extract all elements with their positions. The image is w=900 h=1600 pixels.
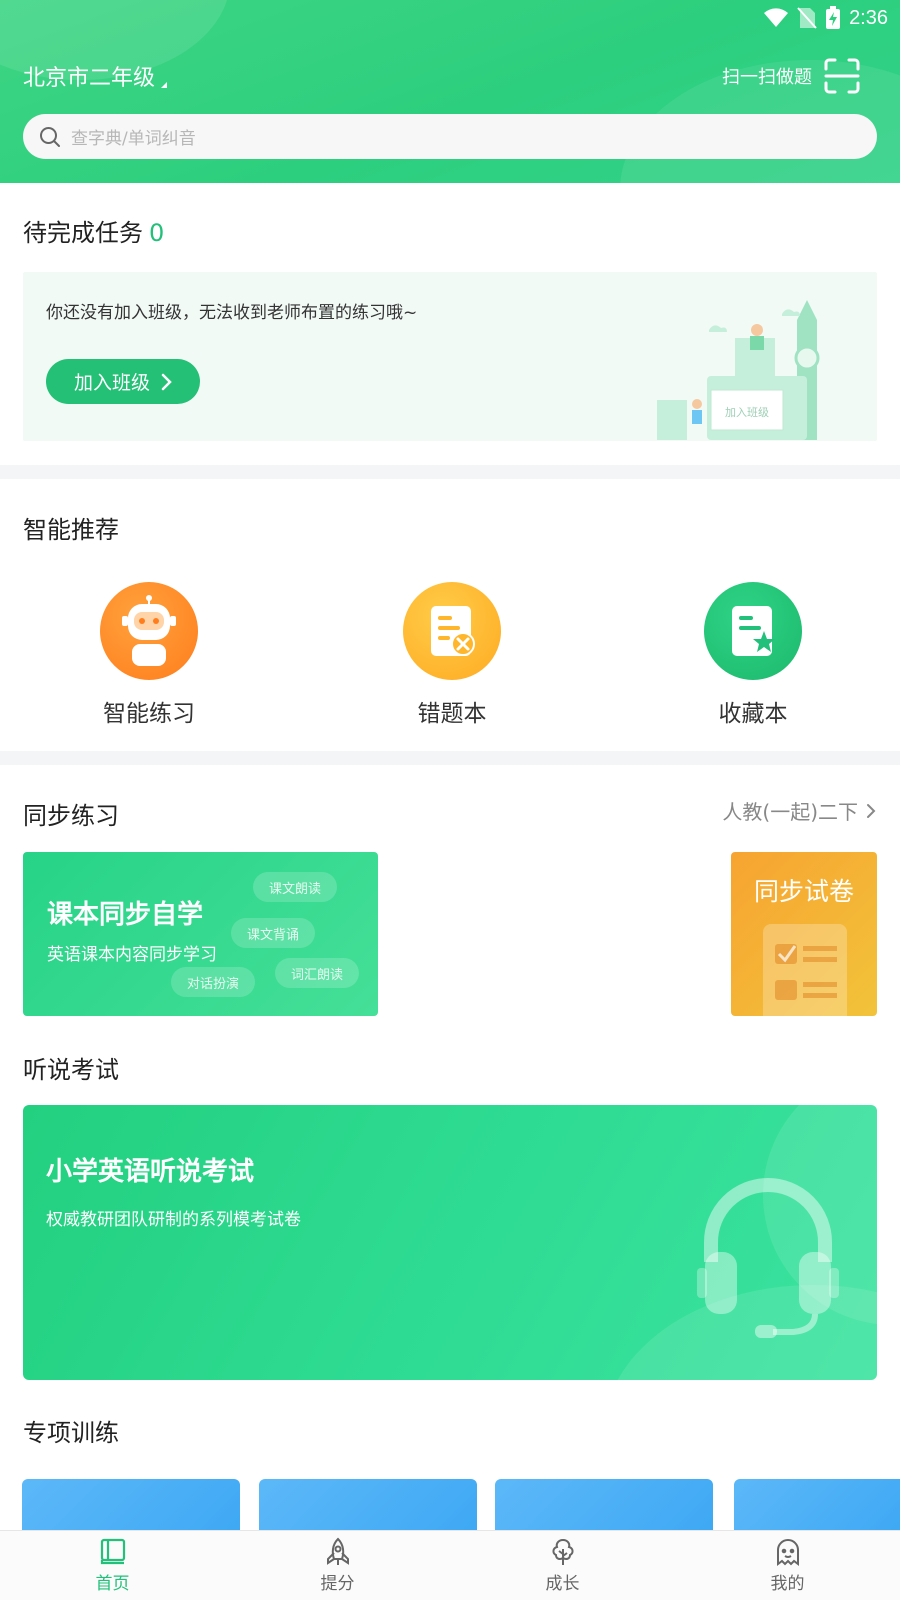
chip-text-recitation: 课文背诵: [231, 918, 315, 948]
search-icon: [40, 126, 60, 147]
bottom-nav: 首页 提分 成长 我的: [0, 1530, 900, 1600]
smart-practice-label: 智能练习: [103, 701, 195, 727]
textbook-self-study-title: 课本同步自学: [47, 900, 204, 930]
scan-button[interactable]: 扫一扫做题: [722, 58, 860, 94]
no-sim-icon: [797, 7, 817, 29]
chip-dialogue-roleplay: 对话扮演: [171, 967, 255, 997]
smart-recommend-title: 智能推荐: [23, 516, 119, 544]
search-placeholder: 查字典/单词纠音: [71, 129, 196, 149]
book-icon: [100, 1538, 125, 1565]
nav-home[interactable]: 首页: [0, 1531, 225, 1600]
classroom-illustration: 加入班级: [657, 300, 820, 440]
section-divider: [0, 751, 900, 765]
wrong-notebook-icon: [403, 582, 501, 680]
nav-growth-label: 成长: [545, 1574, 580, 1594]
headphones-icon: [697, 1178, 839, 1338]
nav-improve-label: 提分: [320, 1574, 355, 1594]
test-paper-icon: [763, 924, 847, 1016]
smart-practice-item[interactable]: 智能练习: [74, 582, 224, 728]
sync-practice-title: 同步练习: [23, 802, 119, 830]
chip-vocab-reading: 词汇朗读: [275, 958, 359, 988]
favorites-notebook-label: 收藏本: [718, 701, 788, 727]
header: 2:36 北京市二年级 扫一扫做题 查字典/单词纠音: [0, 0, 900, 183]
wrong-notebook-label: 错题本: [417, 701, 487, 727]
scan-icon: [824, 58, 860, 94]
search-input[interactable]: 查字典/单词纠音: [23, 114, 877, 159]
listening-exam-card-subtitle: 权威教研团队研制的系列模考试卷: [46, 1210, 301, 1230]
listening-exam-card-title: 小学英语听说考试: [46, 1157, 255, 1187]
join-class-card: 你还没有加入班级，无法收到老师布置的练习哦~ 加入班级 加入班级: [23, 272, 877, 441]
dropdown-corner-icon: [161, 82, 168, 88]
nav-mine-label: 我的: [770, 1574, 805, 1594]
wifi-icon: [764, 8, 789, 27]
listening-exam-card[interactable]: 小学英语听说考试 权威教研团队研制的系列模考试卷: [23, 1105, 877, 1380]
scan-label: 扫一扫做题: [722, 67, 812, 88]
pending-tasks-title: 待完成任务 0: [23, 213, 164, 248]
favorites-notebook-icon: [704, 582, 802, 680]
sync-test-paper-title: 同步试卷: [753, 877, 854, 906]
chevron-right-icon: [867, 803, 876, 818]
nav-mine[interactable]: 我的: [675, 1531, 900, 1600]
section-divider: [0, 465, 900, 479]
sync-test-paper-card[interactable]: 同步试卷: [731, 852, 877, 1016]
listening-exam-title: 听说考试: [23, 1056, 119, 1084]
ghost-icon: [776, 1539, 799, 1566]
battery-charging-icon: [826, 6, 841, 29]
nav-improve[interactable]: 提分: [225, 1531, 450, 1600]
pending-count: 0: [149, 219, 165, 247]
textbook-label: 人教(一起)二下: [722, 800, 858, 824]
tree-icon: [552, 1538, 573, 1565]
nav-growth[interactable]: 成长: [450, 1531, 675, 1600]
wrong-notebook-item[interactable]: 错题本: [377, 582, 527, 728]
join-class-button[interactable]: 加入班级: [46, 359, 200, 404]
illustration-caption: 加入班级: [725, 406, 769, 419]
nav-home-label: 首页: [95, 1574, 130, 1594]
pending-tasks-label: 待完成任务: [23, 219, 143, 247]
robot-icon: [100, 582, 198, 680]
chip-text-reading: 课文朗读: [253, 872, 337, 902]
chevron-right-icon: [161, 373, 172, 390]
location-selector[interactable]: 北京市二年级: [23, 60, 168, 92]
favorites-notebook-item[interactable]: 收藏本: [678, 582, 828, 728]
textbook-self-study-subtitle: 英语课本内容同步学习: [47, 945, 217, 965]
join-class-message: 你还没有加入班级，无法收到老师布置的练习哦~: [46, 303, 418, 323]
textbook-selector[interactable]: 人教(一起)二下: [722, 796, 876, 825]
textbook-self-study-card[interactable]: 课本同步自学 英语课本内容同步学习 课文朗读 课文背诵 词汇朗读 对话扮演: [23, 852, 378, 1016]
special-training-title: 专项训练: [23, 1419, 119, 1447]
rocket-icon: [326, 1537, 349, 1565]
status-time: 2:36: [849, 6, 888, 29]
status-bar: 2:36: [763, 4, 888, 32]
join-class-button-label: 加入班级: [73, 372, 150, 394]
location-label: 北京市二年级: [23, 66, 156, 91]
